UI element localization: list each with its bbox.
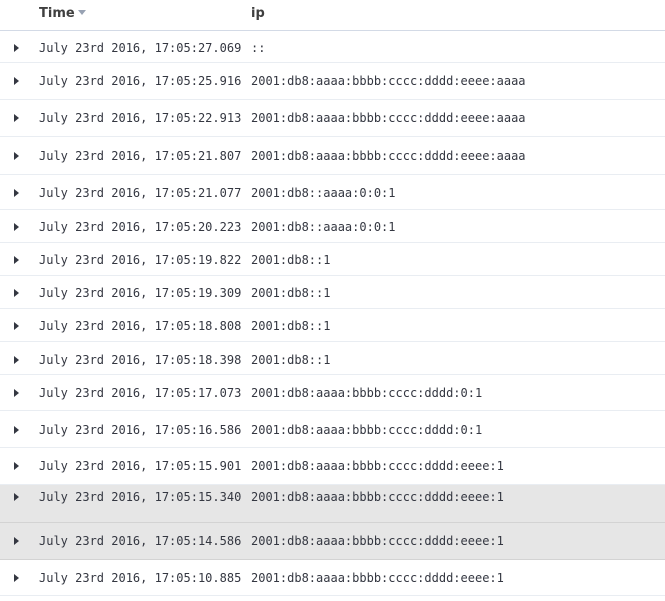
caret-right-icon[interactable] (14, 574, 19, 582)
caret-right-icon[interactable] (14, 152, 19, 160)
ip-cell: 2001:db8:aaaa:bbbb:cccc:dddd:0:1 (251, 423, 483, 437)
time-cell: July 23rd 2016, 17:05:25.916 (39, 74, 242, 88)
ip-cell: 2001:db8::aaaa:0:0:1 (251, 220, 396, 234)
time-cell: July 23rd 2016, 17:05:27.069 (39, 41, 242, 55)
caret-right-icon[interactable] (14, 426, 19, 434)
caret-right-icon[interactable] (14, 356, 19, 364)
time-cell: July 23rd 2016, 17:05:21.077 (39, 186, 242, 200)
ip-cell: 2001:db8:aaaa:bbbb:cccc:dddd:eeee:1 (251, 534, 504, 548)
sort-descending-icon[interactable] (77, 10, 86, 15)
ip-cell: 2001:db8::1 (251, 353, 331, 367)
time-cell: July 23rd 2016, 17:05:18.398 (39, 353, 242, 367)
time-cell: July 23rd 2016, 17:05:19.309 (39, 286, 242, 300)
table-row[interactable]: July 23rd 2016, 17:05:21.077 2001:db8::aa… (0, 175, 665, 210)
time-cell: July 23rd 2016, 17:05:20.223 (39, 220, 242, 234)
ip-cell: 2001:db8::1 (251, 319, 331, 333)
caret-right-icon[interactable] (14, 223, 19, 231)
column-header-label: Time (39, 6, 75, 21)
ip-cell: 2001:db8::aaaa:0:0:1 (251, 186, 396, 200)
caret-right-icon[interactable] (14, 537, 19, 545)
table-row[interactable]: July 23rd 2016, 17:05:16.586 2001:db8:aaa… (0, 411, 665, 448)
table-row[interactable]: July 23rd 2016, 17:05:20.223 2001:db8::aa… (0, 210, 665, 243)
ip-cell: 2001:db8:aaaa:bbbb:cccc:dddd:eeee:aaaa (251, 149, 526, 163)
time-cell: July 23rd 2016, 17:05:15.340 (39, 490, 242, 504)
time-cell: July 23rd 2016, 17:05:19.822 (39, 253, 242, 267)
caret-right-icon[interactable] (14, 77, 19, 85)
table-row[interactable]: July 23rd 2016, 17:05:27.069:: (0, 31, 665, 63)
table-row[interactable]: July 23rd 2016, 17:05:15.901 2001:db8:aaa… (0, 448, 665, 485)
time-cell: July 23rd 2016, 17:05:15.901 (39, 459, 242, 473)
time-cell: July 23rd 2016, 17:05:18.808 (39, 319, 242, 333)
table-row[interactable]: July 23rd 2016, 17:05:19.822 2001:db8::1 (0, 243, 665, 276)
table-header: Time ip (0, 0, 665, 31)
ip-cell: 2001:db8::1 (251, 286, 331, 300)
ip-cell: 2001:db8:aaaa:bbbb:cccc:dddd:0:1 (251, 386, 483, 400)
column-header-ip[interactable]: ip (251, 6, 265, 21)
caret-right-icon[interactable] (14, 462, 19, 470)
table-row[interactable]: July 23rd 2016, 17:05:21.807 2001:db8:aaa… (0, 137, 665, 175)
table-row[interactable]: July 23rd 2016, 17:05:25.916 2001:db8:aaa… (0, 63, 665, 100)
caret-right-icon[interactable] (14, 289, 19, 297)
table-row[interactable]: July 23rd 2016, 17:05:22.913 2001:db8:aaa… (0, 100, 665, 137)
time-cell: July 23rd 2016, 17:05:10.885 (39, 571, 242, 585)
ip-cell: 2001:db8::1 (251, 253, 331, 267)
caret-right-icon[interactable] (14, 114, 19, 122)
column-header-label: ip (251, 6, 265, 21)
ip-cell: 2001:db8:aaaa:bbbb:cccc:dddd:eeee:aaaa (251, 111, 526, 125)
column-header-time[interactable]: Time (39, 6, 86, 21)
time-cell: July 23rd 2016, 17:05:17.073 (39, 386, 242, 400)
time-cell: July 23rd 2016, 17:05:16.586 (39, 423, 242, 437)
time-cell: July 23rd 2016, 17:05:22.913 (39, 111, 242, 125)
ip-cell: :: (251, 41, 266, 55)
table-row[interactable]: July 23rd 2016, 17:05:18.808 2001:db8::1 (0, 309, 665, 342)
table-row[interactable]: July 23rd 2016, 17:05:17.073 2001:db8:aaa… (0, 375, 665, 411)
table-row[interactable]: July 23rd 2016, 17:05:10.885 2001:db8:aaa… (0, 560, 665, 596)
time-cell: July 23rd 2016, 17:05:21.807 (39, 149, 242, 163)
ip-cell: 2001:db8:aaaa:bbbb:cccc:dddd:eeee:1 (251, 571, 504, 585)
ip-cell: 2001:db8:aaaa:bbbb:cccc:dddd:eeee:1 (251, 490, 504, 504)
caret-right-icon[interactable] (14, 322, 19, 330)
caret-right-icon[interactable] (14, 44, 19, 52)
caret-right-icon[interactable] (14, 389, 19, 397)
time-cell: July 23rd 2016, 17:05:14.586 (39, 534, 242, 548)
table-row[interactable]: July 23rd 2016, 17:05:18.398 2001:db8::1 (0, 342, 665, 375)
caret-right-icon[interactable] (14, 493, 19, 501)
ip-cell: 2001:db8:aaaa:bbbb:cccc:dddd:eeee:aaaa (251, 74, 526, 88)
caret-right-icon[interactable] (14, 189, 19, 197)
table-row[interactable]: July 23rd 2016, 17:05:14.586 2001:db8:aaa… (0, 523, 665, 560)
table-row[interactable]: July 23rd 2016, 17:05:19.309 2001:db8::1 (0, 276, 665, 309)
ip-cell: 2001:db8:aaaa:bbbb:cccc:dddd:eeee:1 (251, 459, 504, 473)
table-row[interactable]: July 23rd 2016, 17:05:15.340 2001:db8:aaa… (0, 485, 665, 523)
caret-right-icon[interactable] (14, 256, 19, 264)
